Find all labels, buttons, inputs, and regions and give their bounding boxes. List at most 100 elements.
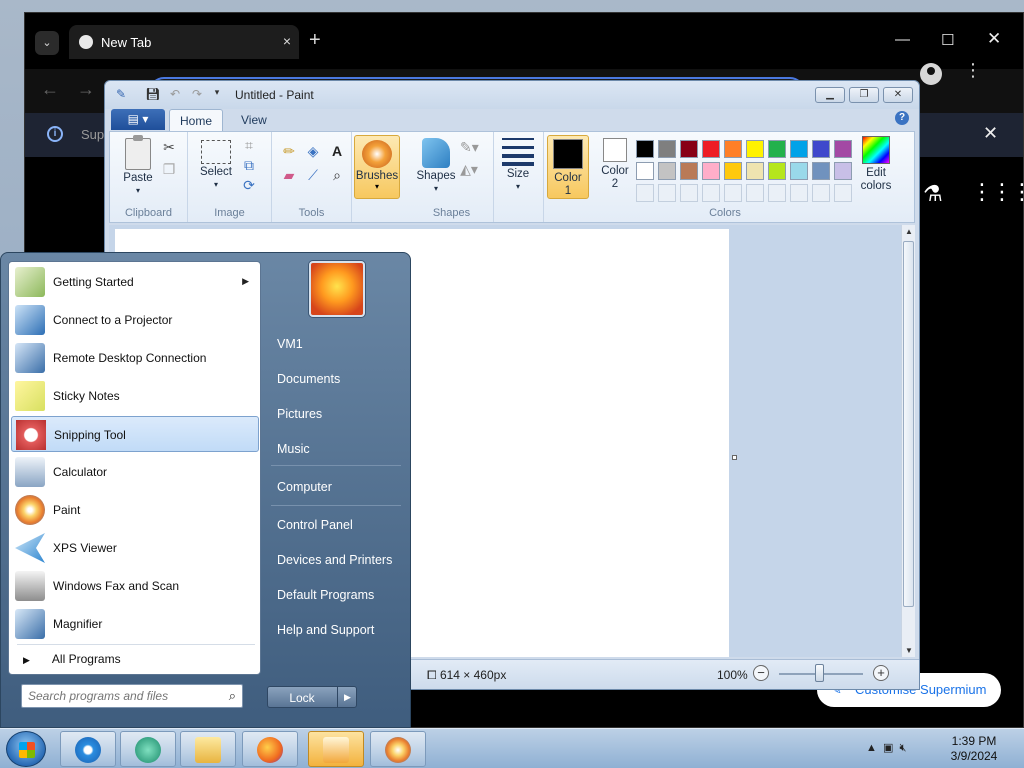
- user-picture[interactable]: [309, 261, 365, 317]
- search-input[interactable]: [28, 686, 218, 706]
- paste-button[interactable]: Paste ▾: [120, 135, 156, 196]
- outline-icon[interactable]: ✎▾: [460, 138, 479, 156]
- shutdown-options-icon[interactable]: ▶: [337, 687, 357, 707]
- program-connect-to-a-projector[interactable]: Connect to a Projector: [11, 302, 259, 338]
- vertical-scrollbar[interactable]: ▲ ▼: [901, 225, 915, 657]
- search-icon[interactable]: ⌕: [229, 688, 236, 704]
- close-infobar-icon[interactable]: ✕: [983, 123, 998, 144]
- clock[interactable]: 1:39 PM 3/9/2024: [944, 734, 1004, 764]
- color-picker-icon[interactable]: ⟋: [304, 166, 322, 184]
- zoom-in-icon[interactable]: +: [873, 665, 889, 681]
- lock-button[interactable]: Lock ▶: [267, 686, 357, 708]
- start-link-pictures[interactable]: Pictures: [277, 407, 322, 421]
- start-link-control-panel[interactable]: Control Panel: [277, 518, 353, 532]
- info-icon: i: [47, 126, 63, 142]
- customize-qat-icon[interactable]: ▾: [209, 87, 225, 103]
- tab-search-button[interactable]: ⌄: [35, 31, 59, 55]
- brushes-button[interactable]: Brushes ▾: [354, 135, 400, 199]
- all-programs-button[interactable]: ▶ All Programs: [23, 652, 121, 666]
- sticky-notes-icon: [15, 381, 45, 411]
- fax-scan-icon: [15, 571, 45, 601]
- copy-icon[interactable]: ❐: [160, 160, 178, 178]
- profile-icon[interactable]: [920, 63, 942, 85]
- program-remote-desktop-connection[interactable]: Remote Desktop Connection: [11, 340, 259, 376]
- taskbar-ie[interactable]: [60, 731, 116, 767]
- start-button[interactable]: [6, 731, 46, 767]
- rotate-icon[interactable]: ⟳: [240, 176, 258, 194]
- close-tab-icon[interactable]: ×: [283, 33, 291, 49]
- paint-close-icon[interactable]: ✕: [883, 87, 913, 103]
- undo-icon[interactable]: ↶: [167, 87, 183, 103]
- magnifier-tool-icon[interactable]: ⌕: [328, 166, 346, 184]
- start-link-computer[interactable]: Computer: [277, 480, 332, 494]
- program-paint[interactable]: Paint: [11, 492, 259, 528]
- paint-file-menu-button[interactable]: ▤ ▾: [111, 109, 165, 130]
- cut-icon[interactable]: ✂: [160, 138, 178, 156]
- size-button[interactable]: Size ▾: [500, 138, 536, 192]
- colors-group: Colors: [540, 132, 910, 222]
- program-snipping-tool[interactable]: Snipping Tool: [11, 416, 259, 452]
- search-box[interactable]: ⌕: [21, 684, 243, 708]
- minimize-icon[interactable]: —: [895, 31, 910, 48]
- pencil-tool-icon[interactable]: ✏: [280, 142, 298, 160]
- maximize-icon[interactable]: ☐: [941, 31, 954, 49]
- close-icon[interactable]: ✕: [987, 29, 1001, 49]
- text-tool-icon[interactable]: A: [328, 142, 346, 160]
- taskbar-firefox[interactable]: [242, 731, 298, 767]
- help-icon[interactable]: ?: [895, 111, 909, 125]
- scroll-down-icon[interactable]: ▼: [905, 646, 913, 655]
- start-link-help-and-support[interactable]: Help and Support: [277, 623, 374, 637]
- shapes-button[interactable]: Shapes ▾: [414, 138, 458, 194]
- apps-grid-icon[interactable]: ⋮⋮⋮: [971, 179, 1024, 205]
- new-tab-button[interactable]: +: [309, 29, 321, 52]
- tab-view[interactable]: View: [231, 109, 277, 131]
- crop-icon[interactable]: ⌗: [240, 136, 258, 154]
- program-xps-viewer[interactable]: XPS Viewer: [11, 530, 259, 566]
- paint-minimize-icon[interactable]: ▁: [815, 87, 845, 103]
- start-link-documents[interactable]: Documents: [277, 372, 340, 386]
- program-windows-fax-and-scan[interactable]: Windows Fax and Scan: [11, 568, 259, 604]
- canvas-resize-handle[interactable]: [732, 455, 737, 460]
- scrollbar-thumb[interactable]: [903, 241, 914, 607]
- program-magnifier[interactable]: Magnifier: [11, 606, 259, 642]
- start-link-devices-and-printers[interactable]: Devices and Printers: [277, 553, 392, 567]
- select-button[interactable]: Select ▾: [194, 140, 238, 190]
- fill-tool-icon[interactable]: ◈: [304, 142, 322, 160]
- program-sticky-notes[interactable]: Sticky Notes: [11, 378, 259, 414]
- taskbar-video[interactable]: [308, 731, 364, 767]
- save-icon[interactable]: 💾︎: [145, 87, 161, 103]
- tray-icons[interactable]: ▲ ▣ 🔇︎: [866, 741, 906, 755]
- resize-icon[interactable]: ⧉: [240, 156, 258, 174]
- zoom-slider-thumb[interactable]: [815, 664, 824, 682]
- ribbon-tabs: ▤ ▾ Home View: [109, 109, 915, 131]
- zoom-out-icon[interactable]: −: [753, 665, 769, 681]
- expand-arrow-icon: ▶: [23, 655, 30, 665]
- windows-logo-icon: [19, 742, 35, 758]
- paint-restore-icon[interactable]: ❐: [849, 87, 879, 103]
- taskbar-media[interactable]: [120, 731, 176, 767]
- taskbar-explorer[interactable]: [180, 731, 236, 767]
- clock-time: 1:39 PM: [951, 734, 997, 748]
- redo-icon[interactable]: ↷: [189, 87, 205, 103]
- taskbar-paint[interactable]: [370, 731, 426, 767]
- browser-tab[interactable]: New Tab ×: [69, 25, 299, 59]
- tab-home[interactable]: Home: [169, 109, 224, 131]
- back-icon[interactable]: ←: [41, 79, 59, 100]
- program-getting-started[interactable]: Getting Started ▶: [11, 264, 259, 300]
- start-link-default-programs[interactable]: Default Programs: [277, 588, 374, 602]
- paste-label: Paste: [123, 172, 153, 184]
- eraser-tool-icon[interactable]: ▰: [280, 166, 298, 184]
- scroll-up-icon[interactable]: ▲: [905, 227, 913, 236]
- program-label: XPS Viewer: [53, 541, 117, 555]
- program-calculator[interactable]: Calculator: [11, 454, 259, 490]
- tab-favicon-icon: [79, 35, 93, 49]
- start-link-vm1[interactable]: VM1: [277, 337, 303, 351]
- browser-menu-icon[interactable]: ⋮: [964, 60, 982, 81]
- fill-icon[interactable]: ◭▾: [460, 160, 478, 178]
- start-link-music[interactable]: Music: [277, 442, 310, 456]
- forward-icon[interactable]: →: [77, 79, 95, 100]
- paint-app-icon[interactable]: ✎: [113, 87, 129, 103]
- image-group: Select ▾ ⌗ ⧉ ⟳ Image: [188, 132, 272, 222]
- brushes-label: Brushes: [355, 170, 399, 182]
- labs-flask-icon[interactable]: ⚗: [923, 181, 943, 207]
